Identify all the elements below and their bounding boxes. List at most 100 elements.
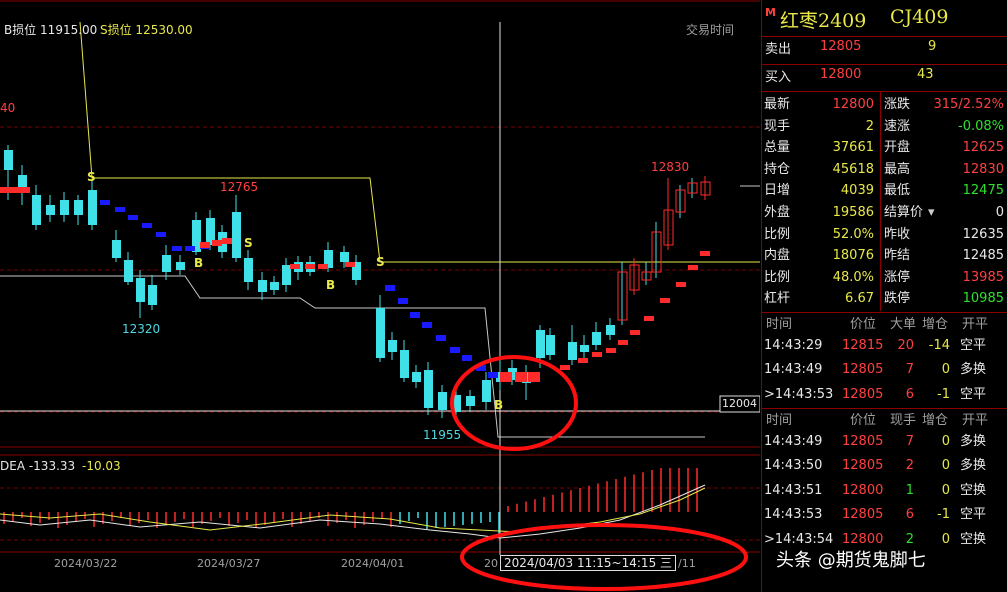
trade-cell-k: 空平 — [960, 386, 987, 402]
date-tick: 2024/04/01 — [341, 557, 405, 570]
dropdown-arrow-icon[interactable]: ▾ — [928, 205, 935, 221]
stop-dash — [630, 330, 640, 335]
trade-row[interactable]: 14:43:49 12805 7 0 多换 — [762, 359, 1007, 381]
stat-value: 12830 — [962, 161, 1004, 177]
date-tick: 20 — [484, 557, 498, 570]
trade-row[interactable]: 14:43:29 12815 20 -14 空平 — [762, 335, 1007, 357]
trade-cell-p: 12800 — [842, 482, 884, 498]
stat-value: 48.0% — [832, 269, 874, 285]
s-stop-label: S损位 12530.00 — [100, 23, 193, 37]
stop-dash — [515, 372, 527, 382]
sell-label: 卖出 — [765, 42, 792, 57]
candle-body — [60, 200, 69, 215]
trade-cell-p: 12805 — [842, 386, 884, 402]
trade-row[interactable]: 14:43:49 12805 7 0 多换 — [762, 431, 1007, 453]
candle-body — [466, 396, 475, 406]
stop-dash — [500, 372, 512, 382]
local-high-label: 12765 — [220, 180, 259, 194]
stat-value: 10985 — [962, 291, 1004, 307]
kline-chart[interactable] — [0, 0, 760, 592]
stop-dash — [345, 262, 355, 267]
trade-cell-k: 空平 — [960, 338, 987, 353]
trade-cell-p: 12815 — [842, 338, 884, 353]
stop-dash — [305, 264, 315, 269]
stat-row: 内盘 18076 昨结 12485 — [762, 245, 1007, 267]
trade-cell-d: -1 — [937, 386, 950, 402]
trade-cell-d: 0 — [941, 531, 950, 547]
big-order-header: 时间 价位 大单 增仓 开平 — [762, 314, 1007, 336]
quote-panel: M 红枣2409 CJ409 卖出 12805 9 买入 12800 43 最新… — [761, 0, 1007, 592]
stat-label: 最高 — [884, 161, 911, 177]
col-oi: 增仓 — [922, 413, 949, 428]
trade-cell-t: >14:43:53 — [764, 386, 834, 402]
stat-label: 日增 — [764, 183, 791, 199]
trade-cell-k: 多换 — [960, 434, 987, 449]
candle-body — [4, 150, 13, 170]
watermark: 头条 @期货鬼脚七 — [776, 550, 926, 571]
candle-body — [400, 350, 409, 378]
stop-dash — [560, 365, 570, 370]
stop-dash — [528, 372, 540, 382]
stop-dash — [115, 207, 125, 212]
stat-label: 比例 — [764, 226, 791, 242]
date-tick: 2024/03/27 — [197, 557, 261, 570]
candle-body — [580, 345, 589, 352]
stop-dash — [676, 282, 686, 287]
trade-cell-p: 12805 — [842, 507, 884, 523]
candle-body — [536, 330, 545, 358]
candle-body — [258, 280, 267, 292]
trade-row[interactable]: 14:43:50 12805 2 0 多换 — [762, 455, 1007, 477]
stat-row: 外盘 19586 结算价 0 ▾ — [762, 202, 1007, 224]
stat-value: 315/2.52% — [933, 97, 1005, 112]
trade-row[interactable]: 14:43:51 12800 1 0 空换 — [762, 480, 1007, 502]
local-low-label: 12320 — [122, 322, 161, 336]
stop-dash — [318, 264, 328, 269]
bid-row[interactable]: 买入 12800 43 — [762, 66, 1007, 92]
stat-value: -0.08% — [958, 118, 1004, 134]
ask-row[interactable]: 卖出 12805 9 — [762, 38, 1007, 64]
col-price: 价位 — [850, 413, 877, 428]
trade-row[interactable]: 14:43:53 12805 6 -1 空平 — [762, 504, 1007, 526]
high-price-label: 12830 — [651, 160, 690, 174]
trade-cell-k: 空平 — [960, 507, 987, 523]
stat-value: 0 — [995, 205, 1004, 220]
stat-row: 日增 4039 最低 12475 — [762, 180, 1007, 202]
stop-dash — [385, 285, 395, 291]
col-type: 开平 — [962, 413, 989, 428]
stop-dash — [592, 352, 602, 357]
trade-row[interactable]: >14:43:53 12805 6 -1 空平 — [762, 384, 1007, 406]
stat-row: 比例 48.0% 涨停 13985 — [762, 267, 1007, 289]
stat-label: 跌停 — [884, 291, 911, 307]
trade-cell-d: 0 — [941, 362, 950, 378]
stop-dash — [142, 223, 152, 228]
stat-value: 52.0% — [832, 226, 874, 242]
stat-label: 速涨 — [884, 118, 911, 134]
candle-body — [244, 258, 253, 282]
stat-row: 持仓 45618 最高 12830 — [762, 159, 1007, 181]
stat-row: 总量 37661 开盘 12625 — [762, 137, 1007, 159]
stop-dash — [398, 298, 408, 304]
stat-label: 比例 — [764, 269, 791, 285]
stat-label: 昨结 — [884, 248, 911, 264]
sell-qty: 9 — [928, 39, 937, 54]
trade-time-label[interactable]: 交易时间 — [686, 23, 734, 37]
stat-row: 杠杆 6.67 跌停 10985 — [762, 288, 1007, 310]
signal-s-2: S — [244, 236, 253, 250]
trade-cell-q: 1 — [905, 482, 914, 498]
signal-b-3: B — [494, 398, 504, 412]
macd-dea-value: -10.03 — [82, 459, 121, 473]
trade-cell-d: 0 — [941, 434, 950, 449]
trade-cell-d: -1 — [937, 507, 950, 523]
trade-cell-q: 6 — [905, 507, 914, 523]
trade-cell-q: 6 — [905, 386, 914, 402]
trade-cell-t: 14:43:49 — [764, 362, 823, 378]
candle-body — [74, 200, 83, 215]
stop-dash — [660, 298, 670, 303]
trade-cell-p: 12805 — [842, 362, 884, 378]
stop-dash — [700, 251, 710, 256]
stat-value: 18076 — [832, 248, 874, 264]
stop-dash — [20, 187, 30, 193]
stat-value: 12635 — [962, 226, 1004, 242]
candle-body — [568, 342, 577, 360]
candle-body — [482, 380, 491, 402]
